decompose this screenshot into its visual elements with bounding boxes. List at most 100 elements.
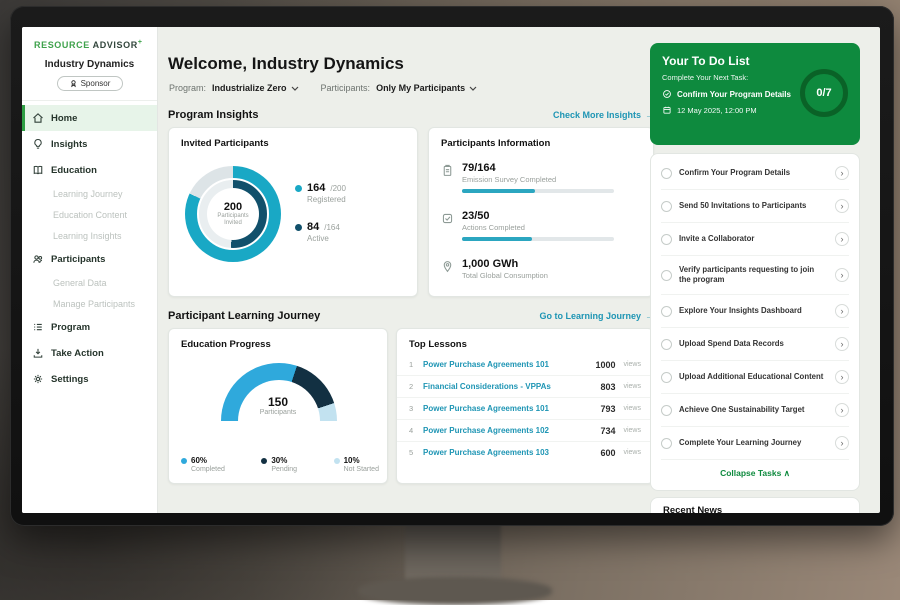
sidebar-item-label: Participants — [51, 254, 105, 265]
task-checkbox[interactable] — [661, 372, 672, 383]
task-checkbox[interactable] — [661, 168, 672, 179]
lesson-link[interactable]: Financial Considerations - VPPAs — [423, 382, 594, 391]
task-checkbox[interactable] — [661, 270, 672, 281]
chevron-right-icon[interactable]: › — [835, 232, 849, 246]
progress-fill — [462, 189, 535, 193]
sidebar-item-learning-insights[interactable]: Learning Insights — [22, 225, 157, 246]
task-row[interactable]: Upload Spend Data Records › — [661, 328, 849, 361]
chevron-right-icon[interactable]: › — [835, 370, 849, 384]
sidebar-item-label: General Data — [53, 278, 107, 288]
emission-progress-bar — [462, 189, 614, 193]
task-checkbox[interactable] — [661, 405, 672, 416]
sidebar-item-general-data[interactable]: General Data — [22, 272, 157, 293]
sidebar-item-education-content[interactable]: Education Content — [22, 204, 157, 225]
sidebar-item-label: Education — [51, 165, 97, 176]
sponsor-badge[interactable]: Sponsor — [57, 76, 123, 91]
legend-item-completed: 60% Completed — [181, 456, 225, 473]
education-progress-card: Education Progress 150 Participants 60% … — [168, 328, 388, 484]
stat-label: Actions Completed — [462, 223, 614, 232]
lesson-link[interactable]: Power Purchase Agreements 102 — [423, 426, 594, 435]
card-title: Invited Participants — [169, 128, 417, 149]
registered-label: Registered — [307, 195, 346, 204]
sidebar-item-label: Learning Journey — [53, 189, 123, 199]
brand-logo: RESOURCE ADVISOR+ — [22, 27, 157, 50]
task-row[interactable]: Complete Your Learning Journey › — [661, 427, 849, 460]
task-row[interactable]: Confirm Your Program Details › — [661, 157, 849, 190]
learning-journey-header: Participant Learning Journey Go to Learn… — [168, 310, 654, 322]
task-row[interactable]: Verify participants requesting to join t… — [661, 256, 849, 295]
chevron-right-icon[interactable]: › — [835, 166, 849, 180]
sidebar-item-learning-journey[interactable]: Learning Journey — [22, 183, 157, 204]
chevron-right-icon[interactable]: › — [835, 436, 849, 450]
stat-value: 1,000 GWh — [462, 258, 548, 270]
task-checkbox[interactable] — [661, 201, 672, 212]
check-more-insights-link[interactable]: Check More Insights → — [553, 110, 654, 120]
todo-next-task[interactable]: Confirm Your Program Details — [662, 89, 798, 99]
card-title: Top Lessons — [397, 329, 653, 354]
not-started-dot-icon — [334, 458, 340, 464]
lesson-row[interactable]: 3 Power Purchase Agreements 101 793 view… — [397, 398, 653, 420]
task-row[interactable]: Explore Your Insights Dashboard › — [661, 295, 849, 328]
lesson-link[interactable]: Power Purchase Agreements 101 — [423, 360, 589, 369]
lesson-row[interactable]: 5 Power Purchase Agreements 103 600 view… — [397, 442, 653, 463]
sidebar-item-label: Program — [51, 322, 90, 333]
collapse-tasks-link[interactable]: Collapse Tasks ∧ — [661, 460, 849, 483]
task-row[interactable]: Invite a Collaborator › — [661, 223, 849, 256]
lesson-link[interactable]: Power Purchase Agreements 103 — [423, 448, 594, 457]
lesson-row[interactable]: 1 Power Purchase Agreements 101 1000 vie… — [397, 354, 653, 376]
sidebar-item-label: Manage Participants — [53, 299, 135, 309]
stat-value: 23/50 — [462, 210, 614, 222]
recent-news-card[interactable]: Recent News — [650, 497, 860, 513]
active-label: Active — [307, 234, 346, 243]
task-checkbox[interactable] — [661, 306, 672, 317]
map-pin-icon — [441, 260, 454, 273]
sidebar-item-participants[interactable]: Participants — [22, 246, 157, 272]
chevron-right-icon[interactable]: › — [835, 337, 849, 351]
sidebar-item-education[interactable]: Education — [22, 157, 157, 183]
program-select-value: Industrialize Zero — [212, 83, 287, 93]
lesson-row[interactable]: 2 Financial Considerations - VPPAs 803 v… — [397, 376, 653, 398]
education-legend: 60% Completed 30% Pending 10% Not Starte… — [181, 456, 379, 473]
chevron-right-icon[interactable]: › — [835, 403, 849, 417]
sidebar-item-manage-participants[interactable]: Manage Participants — [22, 293, 157, 314]
legend-item-not-started: 10% Not Started — [334, 456, 379, 473]
task-row[interactable]: Achieve One Sustainability Target › — [661, 394, 849, 427]
lesson-row[interactable]: 4 Power Purchase Agreements 102 734 view… — [397, 420, 653, 442]
pending-dot-icon — [261, 458, 267, 464]
task-checkbox[interactable] — [661, 234, 672, 245]
participants-information-card: Participants Information 79/164 Emission… — [428, 127, 654, 297]
check-circle-icon — [662, 89, 672, 99]
participants-select[interactable]: Only My Participants — [376, 83, 477, 93]
chevron-right-icon[interactable]: › — [835, 268, 849, 282]
sidebar-nav: Home Insights Education Learning Journey… — [22, 101, 157, 392]
invited-donut-center: 200 Participants Invited — [207, 188, 259, 240]
sidebar-item-label: Settings — [51, 374, 88, 385]
registered-dot-icon — [295, 185, 302, 192]
sidebar-item-program[interactable]: Program — [22, 314, 157, 340]
section-title-learning-journey: Participant Learning Journey — [168, 310, 320, 322]
sidebar-item-take-action[interactable]: Take Action — [22, 340, 157, 366]
sidebar-item-settings[interactable]: Settings — [22, 366, 157, 392]
chevron-up-icon: ∧ — [784, 468, 790, 478]
go-to-learning-journey-link[interactable]: Go to Learning Journey → — [539, 311, 654, 321]
task-row[interactable]: Upload Additional Educational Content › — [661, 361, 849, 394]
task-row[interactable]: Send 50 Invitations to Participants › — [661, 190, 849, 223]
legend-item-active: 84 /164 Active — [295, 221, 346, 243]
app-window: RESOURCE ADVISOR+ Industry Dynamics Spon… — [22, 27, 880, 513]
calendar-icon — [662, 105, 672, 115]
task-checkbox[interactable] — [661, 438, 672, 449]
task-checkbox[interactable] — [661, 339, 672, 350]
org-name: Industry Dynamics — [22, 59, 157, 70]
brand-plus: + — [138, 39, 143, 46]
stat-global-consumption: 1,000 GWh Total Global Consumption — [441, 258, 548, 285]
todo-task-list: Confirm Your Program Details › Send 50 I… — [650, 153, 860, 491]
lesson-link[interactable]: Power Purchase Agreements 101 — [423, 404, 594, 413]
chevron-right-icon[interactable]: › — [835, 199, 849, 213]
sidebar-item-insights[interactable]: Insights — [22, 131, 157, 157]
active-value: 84 — [307, 221, 319, 233]
sidebar-item-home[interactable]: Home — [22, 105, 157, 131]
program-select[interactable]: Industrialize Zero — [212, 83, 299, 93]
participants-filter-label: Participants: — [321, 83, 371, 93]
section-title-program-insights: Program Insights — [168, 109, 258, 121]
chevron-right-icon[interactable]: › — [835, 304, 849, 318]
